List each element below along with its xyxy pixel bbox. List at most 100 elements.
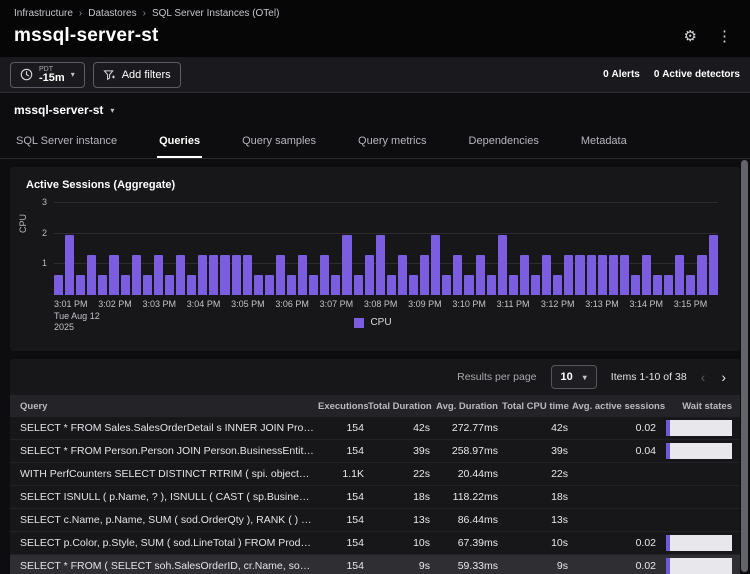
cpu-bar[interactable]	[87, 255, 96, 295]
cpu-bar[interactable]	[198, 255, 207, 295]
column-header-executions[interactable]: Executions	[318, 401, 364, 412]
cpu-bar[interactable]	[132, 255, 141, 295]
cpu-bar[interactable]	[276, 255, 285, 295]
cpu-bar[interactable]	[609, 255, 618, 295]
cpu-bar[interactable]	[109, 255, 118, 295]
previous-page-icon[interactable]: ‹	[701, 369, 706, 385]
breadcrumb-item[interactable]: Datastores	[88, 8, 136, 19]
table-row[interactable]: SELECT * FROM Person.Person JOIN Person.…	[10, 440, 740, 463]
alerts-count[interactable]: 0 Alerts	[603, 69, 640, 80]
table-row[interactable]: WITH PerfCounters SELECT DISTINCT RTRIM …	[10, 463, 740, 486]
cpu-bar[interactable]	[642, 255, 651, 295]
time-picker-button[interactable]: PDT -15m ▾	[10, 62, 85, 88]
results-per-page-select[interactable]: 10 ▾	[551, 365, 597, 389]
cpu-bar[interactable]	[476, 255, 485, 295]
cpu-bar[interactable]	[509, 275, 518, 295]
cpu-bar[interactable]	[498, 235, 507, 295]
add-filters-button[interactable]: Add filters	[93, 62, 181, 88]
tab-query-metrics[interactable]: Query metrics	[356, 125, 428, 158]
column-header-query[interactable]: Query	[20, 401, 314, 412]
breadcrumb-item[interactable]: SQL Server Instances (OTel)	[152, 8, 279, 19]
cpu-bar[interactable]	[165, 275, 174, 295]
cpu-bar[interactable]	[631, 275, 640, 295]
cpu-bar[interactable]	[531, 275, 540, 295]
column-header-total-duration[interactable]: Total Duration	[368, 401, 430, 412]
more-options-kebab-icon[interactable]: ⋮	[717, 29, 732, 44]
cpu-bar[interactable]	[409, 275, 418, 295]
cpu-bar[interactable]	[564, 255, 573, 295]
table-row[interactable]: SELECT ISNULL ( p.Name, ? ), ISNULL ( CA…	[10, 486, 740, 509]
cpu-bar[interactable]	[487, 275, 496, 295]
table-row[interactable]: SELECT p.Color, p.Style, SUM ( sod.LineT…	[10, 532, 740, 555]
cpu-bar[interactable]	[209, 255, 218, 295]
next-page-icon[interactable]: ›	[721, 369, 726, 385]
active-detectors-count[interactable]: 0 Active detectors	[654, 69, 740, 80]
cpu-bar[interactable]	[542, 255, 551, 295]
cpu-bar[interactable]	[575, 255, 584, 295]
cpu-bar[interactable]	[620, 255, 629, 295]
cpu-bar[interactable]	[232, 255, 241, 295]
cpu-bar[interactable]	[653, 275, 662, 295]
cpu-bar[interactable]	[287, 275, 296, 295]
column-header-total-cpu-time[interactable]: Total CPU time	[502, 401, 568, 412]
cpu-bar[interactable]	[365, 255, 374, 295]
scrollbar-thumb[interactable]	[741, 160, 748, 572]
cpu-bar[interactable]	[709, 235, 718, 295]
cpu-bar[interactable]	[675, 255, 684, 295]
cpu-bar[interactable]	[320, 255, 329, 295]
entity-selector[interactable]: mssql-server-st ▾	[0, 93, 750, 121]
cpu-bar[interactable]	[398, 255, 407, 295]
tab-queries[interactable]: Queries	[157, 125, 202, 158]
cpu-bar[interactable]	[331, 275, 340, 295]
cpu-bar[interactable]	[65, 235, 74, 295]
cpu-bar[interactable]	[520, 255, 529, 295]
cpu-bar[interactable]	[176, 255, 185, 295]
cpu-bar[interactable]	[98, 275, 107, 295]
cpu-bar[interactable]	[265, 275, 274, 295]
cpu-bar[interactable]	[697, 255, 706, 295]
cpu-bar[interactable]	[143, 275, 152, 295]
query-text-cell[interactable]: SELECT p.Color, p.Style, SUM ( sod.LineT…	[20, 537, 314, 549]
cpu-bar[interactable]	[220, 255, 229, 295]
cpu-bar[interactable]	[54, 275, 63, 295]
cpu-bar[interactable]	[553, 275, 562, 295]
cpu-bar[interactable]	[243, 255, 252, 295]
tab-query-samples[interactable]: Query samples	[240, 125, 318, 158]
column-header-wait-states[interactable]: Wait states	[660, 401, 732, 412]
table-row[interactable]: SELECT c.Name, p.Name, SUM ( sod.OrderQt…	[10, 509, 740, 532]
column-header-avg-duration[interactable]: Avg. Duration	[434, 401, 498, 412]
cpu-bar[interactable]	[453, 255, 462, 295]
cpu-bar[interactable]	[254, 275, 263, 295]
cpu-bar[interactable]	[309, 275, 318, 295]
query-text-cell[interactable]: SELECT c.Name, p.Name, SUM ( sod.OrderQt…	[20, 514, 314, 526]
scrollbar-track[interactable]	[739, 88, 750, 574]
wait-states-bar[interactable]	[666, 558, 732, 574]
cpu-bar[interactable]	[431, 235, 440, 295]
cpu-bar[interactable]	[76, 275, 85, 295]
query-text-cell[interactable]: SELECT * FROM ( SELECT soh.SalesOrderID,…	[20, 560, 314, 572]
wait-states-bar[interactable]	[666, 443, 732, 459]
query-text-cell[interactable]: SELECT ISNULL ( p.Name, ? ), ISNULL ( CA…	[20, 491, 314, 503]
cpu-bar[interactable]	[376, 235, 385, 295]
cpu-bar[interactable]	[686, 275, 695, 295]
cpu-bar[interactable]	[187, 275, 196, 295]
wait-states-bar[interactable]	[666, 420, 732, 436]
cpu-bar[interactable]	[387, 275, 396, 295]
breadcrumb-item[interactable]: Infrastructure	[14, 8, 73, 19]
table-row[interactable]: SELECT * FROM ( SELECT soh.SalesOrderID,…	[10, 555, 740, 574]
cpu-bar[interactable]	[121, 275, 130, 295]
tab-metadata[interactable]: Metadata	[579, 125, 629, 158]
cpu-bar[interactable]	[342, 235, 351, 295]
settings-gear-icon[interactable]: ⚙	[684, 29, 697, 44]
column-header-avg-active-sessions[interactable]: Avg. active sessions	[572, 401, 656, 412]
tab-sql-server-instance[interactable]: SQL Server instance	[14, 125, 119, 158]
query-text-cell[interactable]: SELECT * FROM Person.Person JOIN Person.…	[20, 445, 314, 457]
cpu-bar[interactable]	[354, 275, 363, 295]
cpu-bar[interactable]	[464, 275, 473, 295]
cpu-bar[interactable]	[587, 255, 596, 295]
query-text-cell[interactable]: WITH PerfCounters SELECT DISTINCT RTRIM …	[20, 468, 314, 480]
cpu-bar[interactable]	[420, 255, 429, 295]
chart-plot-area[interactable]: 123	[54, 203, 718, 295]
wait-states-bar[interactable]	[666, 535, 732, 551]
cpu-bar[interactable]	[664, 275, 673, 295]
